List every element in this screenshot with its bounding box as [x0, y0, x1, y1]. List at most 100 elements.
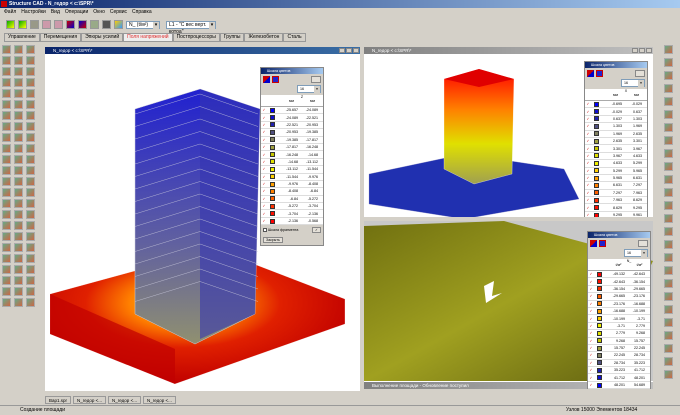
tool-button-icon[interactable] [26, 122, 35, 131]
tool-button-icon[interactable] [663, 344, 673, 353]
maximize-button[interactable] [639, 48, 645, 53]
menu-item[interactable]: Вид [51, 8, 60, 17]
tool-button-icon[interactable] [663, 318, 673, 327]
menu-item[interactable]: Файл [4, 8, 16, 17]
legend-row[interactable]: ✓ -2.136 -0.568 [261, 217, 323, 226]
palette-icon[interactable] [590, 240, 597, 247]
color-count-select[interactable]: 16 [297, 85, 321, 93]
tool-button-icon[interactable] [14, 144, 23, 153]
palette-icon[interactable] [587, 70, 594, 77]
color-swatch[interactable] [270, 144, 275, 150]
menu-item[interactable]: Операции [65, 8, 88, 17]
tool-button-icon[interactable] [663, 162, 673, 171]
tool-button-icon[interactable] [2, 276, 11, 285]
tool-button-icon[interactable] [663, 84, 673, 93]
ribbon-tab[interactable]: Перемещения [39, 33, 82, 42]
tool-button-icon[interactable] [2, 254, 11, 263]
tool-button-icon[interactable] [14, 221, 23, 230]
color-swatch[interactable] [597, 308, 602, 314]
legend-row[interactable]: ✓ -13.112 -11.544 [261, 166, 323, 174]
row-checkbox[interactable]: ✓ [588, 294, 594, 298]
color-swatch[interactable] [594, 101, 599, 107]
legend-row[interactable]: ✓ -11.544 -9.976 [261, 173, 323, 181]
tool-button-icon[interactable] [663, 97, 673, 106]
legend-row[interactable]: ✓ 5.965 6.631 [585, 174, 647, 183]
row-checkbox[interactable]: ✓ [585, 102, 591, 106]
tool-button-icon[interactable] [26, 166, 35, 175]
legend-row[interactable]: ✓ -9.976 -8.408 [261, 180, 323, 189]
color-swatch[interactable] [270, 181, 275, 187]
color-count-select[interactable]: 16 [621, 79, 645, 87]
tool-button-icon[interactable] [2, 144, 11, 153]
tool-button-icon[interactable] [663, 110, 673, 119]
tool-button-icon[interactable] [2, 243, 11, 252]
row-checkbox[interactable]: ✓ [261, 197, 267, 201]
apply-button[interactable]: ✓ [311, 227, 321, 234]
tool-button-icon[interactable] [663, 240, 673, 249]
tool-button-icon[interactable] [26, 254, 35, 263]
tool-button-icon[interactable] [26, 111, 35, 120]
tool-button-icon[interactable] [2, 210, 11, 219]
color-swatch[interactable] [594, 190, 599, 196]
tool-button-icon[interactable] [26, 276, 35, 285]
color-scale-icon[interactable] [66, 20, 75, 29]
color-swatch[interactable] [597, 345, 602, 351]
row-checkbox[interactable]: ✓ [585, 213, 591, 217]
ribbon-tab[interactable]: Поля напряжений [123, 33, 173, 42]
tool-button-icon[interactable] [26, 221, 35, 230]
legend-row[interactable]: ✓ -36.154 -29.665 [588, 285, 650, 294]
palette-icon[interactable] [596, 70, 603, 77]
row-checkbox[interactable]: ✓ [585, 161, 591, 165]
color-swatch[interactable] [597, 330, 602, 336]
color-swatch[interactable] [270, 122, 275, 128]
legend-row[interactable]: ✓ 4.633 5.299 [585, 160, 647, 168]
legend-row[interactable]: ✓ -24.089 -22.521 [261, 114, 323, 122]
model-window-bottom-right[interactable]: Выполнение площади - Обновление поступил… [362, 219, 655, 391]
menu-item[interactable]: Окно [93, 8, 105, 17]
row-checkbox[interactable]: ✓ [261, 182, 267, 186]
row-checkbox[interactable]: ✓ [261, 153, 267, 157]
row-checkbox[interactable]: ✓ [261, 108, 267, 112]
color-swatch[interactable] [597, 286, 602, 292]
legend-row[interactable]: ✓ 5.299 5.965 [585, 167, 647, 175]
color-swatch[interactable] [597, 323, 602, 329]
tool-button-icon[interactable] [14, 56, 23, 65]
tool-button-icon[interactable] [663, 149, 673, 158]
document-tab[interactable]: N_гедор <... [142, 396, 176, 404]
color-swatch[interactable] [594, 168, 599, 174]
color-swatch[interactable] [594, 109, 599, 115]
row-checkbox[interactable]: ✓ [585, 183, 591, 187]
row-checkbox[interactable]: ✓ [261, 138, 267, 142]
tool-button-icon[interactable] [2, 89, 11, 98]
tool-button-icon[interactable] [14, 133, 23, 142]
tool-button-icon[interactable] [26, 155, 35, 164]
isolines-icon[interactable] [42, 20, 51, 29]
legend-row[interactable]: ✓ -0.695 -0.029 [585, 101, 647, 109]
tool-button-icon[interactable] [663, 227, 673, 236]
tool-button-icon[interactable] [26, 67, 35, 76]
tool-button-icon[interactable] [26, 232, 35, 241]
legend-row[interactable]: ✓ 2.779 9.268 [588, 330, 650, 338]
legend-row[interactable]: ✓ -29.665 -23.176 [588, 293, 650, 301]
palette-icon[interactable] [599, 240, 606, 247]
color-swatch[interactable] [270, 174, 275, 180]
tool-button-icon[interactable] [663, 214, 673, 223]
color-legend-panel[interactable]: Шкала цветов16Xмммм✓-0.695-0.029✓-0.0290… [584, 61, 648, 217]
color-swatch[interactable] [594, 153, 599, 159]
tool-button-icon[interactable] [14, 122, 23, 131]
tool-button-icon[interactable] [14, 78, 23, 87]
row-checkbox[interactable]: ✓ [585, 139, 591, 143]
tool-button-icon[interactable] [2, 78, 11, 87]
tool-button-icon[interactable] [14, 287, 23, 296]
color-swatch[interactable] [270, 203, 275, 209]
row-checkbox[interactable]: ✓ [261, 130, 267, 134]
row-checkbox[interactable]: ✓ [261, 189, 267, 193]
legend-row[interactable]: ✓ -20.953 -19.385 [261, 129, 323, 137]
row-checkbox[interactable]: ✓ [588, 272, 594, 276]
legend-row[interactable]: ✓ -3.71 2.779 [588, 322, 650, 331]
tool-button-icon[interactable] [26, 243, 35, 252]
color-swatch[interactable] [597, 367, 602, 373]
tool-button-icon[interactable] [14, 100, 23, 109]
color-swatch[interactable] [594, 205, 599, 211]
tool-button-icon[interactable] [2, 221, 11, 230]
